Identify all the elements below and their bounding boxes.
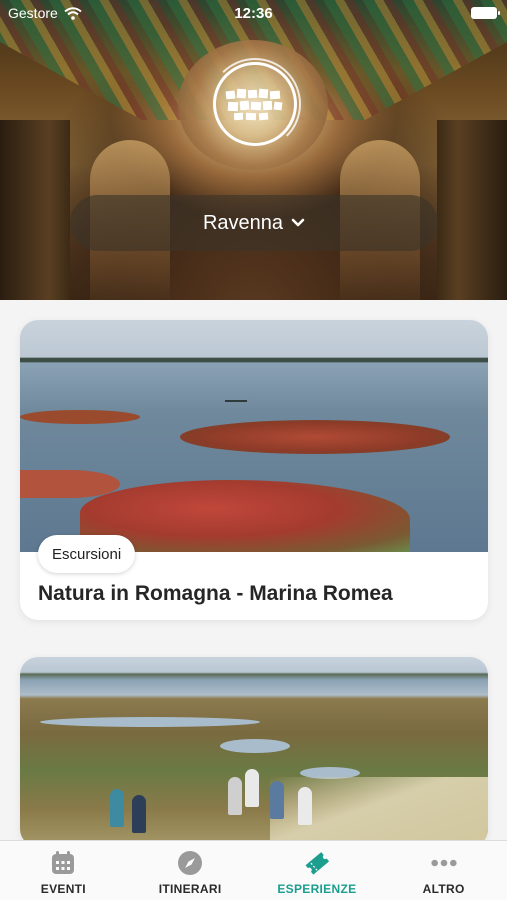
battery-icon (471, 7, 500, 19)
status-time: 12:36 (234, 5, 273, 22)
experience-card[interactable]: Escursioni Natura in Romagna - Marina Ro… (20, 320, 488, 620)
tab-altro[interactable]: ALTRO (380, 841, 507, 900)
tab-esperienze[interactable]: ESPERIENZE (254, 841, 381, 900)
calendar-icon (49, 849, 77, 877)
app-logo (209, 58, 301, 150)
tab-label: ALTRO (422, 882, 465, 896)
bottom-tab-bar: EVENTI ITINERARI ESPERIENZE ALTRO (0, 840, 507, 900)
card-title: Natura in Romagna - Marina Romea (38, 582, 393, 605)
city-selector[interactable]: Ravenna (70, 195, 438, 251)
tab-label: EVENTI (40, 882, 86, 896)
city-label: Ravenna (202, 211, 284, 234)
tab-label: ITINERARI (158, 882, 222, 896)
header-hero-image: Ravenna (0, 0, 507, 300)
card-photo (20, 657, 488, 847)
chevron-down-icon (291, 218, 305, 227)
tab-itinerari[interactable]: ITINERARI (127, 841, 254, 900)
pillar-left (0, 120, 70, 300)
status-bar: Gestore 12:36 (0, 0, 507, 26)
tab-eventi[interactable]: EVENTI (0, 841, 127, 900)
card-photo (20, 320, 488, 552)
tab-label: ESPERIENZE (277, 882, 357, 896)
more-icon (430, 849, 458, 877)
logo-mosaic-icon (225, 88, 283, 121)
category-badge: Escursioni (38, 535, 136, 573)
experience-card[interactable] (20, 657, 488, 847)
compass-icon (176, 849, 204, 877)
pillar-right (437, 120, 507, 300)
ticket-icon (303, 849, 331, 877)
